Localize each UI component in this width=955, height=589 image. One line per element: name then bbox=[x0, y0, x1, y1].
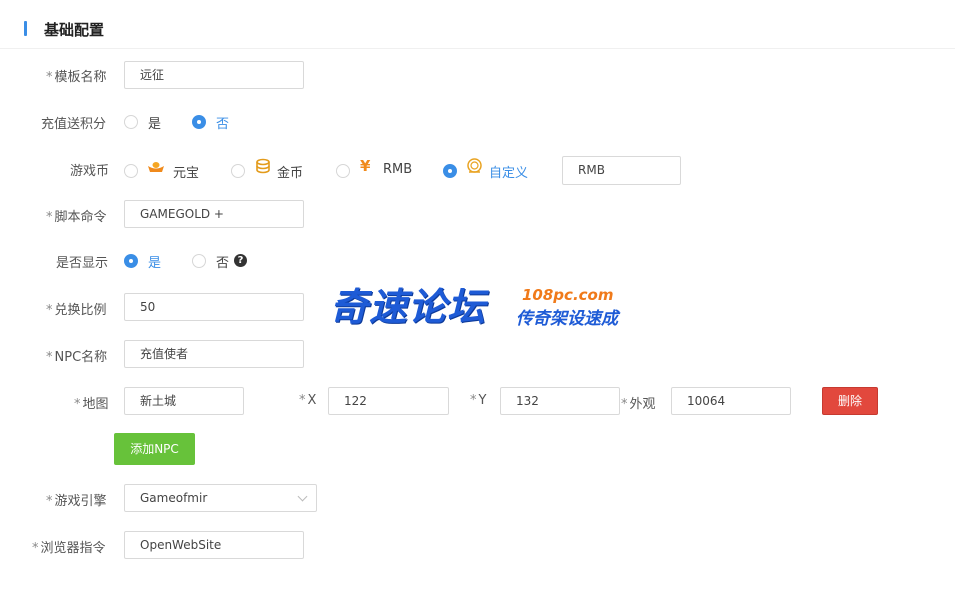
watermark-main-text: 奇速论坛 bbox=[330, 285, 487, 329]
currency-gold-radio[interactable] bbox=[231, 164, 245, 178]
y-label: * Y bbox=[470, 393, 487, 408]
watermark-sub-text: 传奇架设速成 bbox=[516, 309, 618, 329]
npc-name-label: * NPC名称 bbox=[46, 350, 108, 365]
add-npc-button[interactable]: 添加NPC bbox=[114, 433, 195, 465]
currency-rmb-radio[interactable] bbox=[336, 164, 350, 178]
yen-icon: ¥ bbox=[360, 157, 371, 175]
show-no-label: 否 bbox=[216, 256, 230, 271]
currency-ingot-label: 元宝 bbox=[173, 166, 200, 181]
y-input[interactable]: 132 bbox=[500, 387, 620, 415]
chevron-down-icon bbox=[297, 491, 308, 502]
game-engine-select[interactable]: Gameofmir bbox=[124, 484, 317, 512]
template-name-input[interactable]: 远征 bbox=[124, 61, 304, 89]
show-yes-radio[interactable] bbox=[124, 254, 138, 268]
section-title: 基础配置 bbox=[44, 21, 105, 39]
script-command-label: * 脚本命令 bbox=[46, 210, 107, 225]
show-yes-label: 是 bbox=[148, 256, 162, 271]
gold-coins-icon bbox=[255, 158, 271, 174]
custom-coin-icon bbox=[466, 158, 483, 175]
currency-custom-label: 自定义 bbox=[489, 166, 529, 181]
recharge-points-no-radio[interactable] bbox=[192, 115, 206, 129]
x-input[interactable]: 122 bbox=[328, 387, 449, 415]
show-no-radio[interactable] bbox=[192, 254, 206, 268]
recharge-points-label: 充值送积分 bbox=[41, 117, 107, 132]
exchange-ratio-label: * 兑换比例 bbox=[46, 303, 107, 318]
template-name-label: * 模板名称 bbox=[46, 70, 107, 85]
script-command-input[interactable]: GAMEGOLD + bbox=[124, 200, 304, 228]
look-input[interactable]: 10064 bbox=[671, 387, 791, 415]
currency-gold-label: 金币 bbox=[277, 166, 304, 181]
currency-ingot-radio[interactable] bbox=[124, 164, 138, 178]
ingot-icon bbox=[147, 158, 165, 174]
npc-name-input[interactable]: 充值使者 bbox=[124, 340, 304, 368]
currency-custom-input[interactable]: RMB bbox=[562, 156, 681, 185]
currency-rmb-label: RMB bbox=[383, 162, 413, 177]
show-label: 是否显示 bbox=[56, 256, 109, 271]
browser-command-input[interactable]: OpenWebSite bbox=[124, 531, 304, 559]
section-accent-bar bbox=[24, 21, 27, 36]
look-label: * 外观 bbox=[621, 397, 656, 412]
game-currency-label: 游戏币 bbox=[70, 164, 110, 179]
map-input[interactable]: 新土城 bbox=[124, 387, 244, 415]
game-engine-label: * 游戏引擎 bbox=[46, 494, 107, 509]
help-icon[interactable]: ? bbox=[234, 254, 247, 267]
watermark-url-text: 108pc.com bbox=[522, 286, 614, 304]
browser-command-label: * 浏览器指令 bbox=[32, 541, 106, 556]
game-engine-value: Gameofmir bbox=[140, 491, 208, 505]
delete-npc-button[interactable]: 删除 bbox=[822, 387, 878, 415]
recharge-points-no-label: 否 bbox=[216, 117, 230, 132]
section-divider bbox=[0, 48, 955, 49]
recharge-points-yes-radio[interactable] bbox=[124, 115, 138, 129]
x-label: * X bbox=[299, 393, 317, 408]
exchange-ratio-input[interactable]: 50 bbox=[124, 293, 304, 321]
map-label: * 地图 bbox=[74, 397, 109, 412]
currency-custom-radio[interactable] bbox=[443, 164, 457, 178]
recharge-points-yes-label: 是 bbox=[148, 117, 162, 132]
